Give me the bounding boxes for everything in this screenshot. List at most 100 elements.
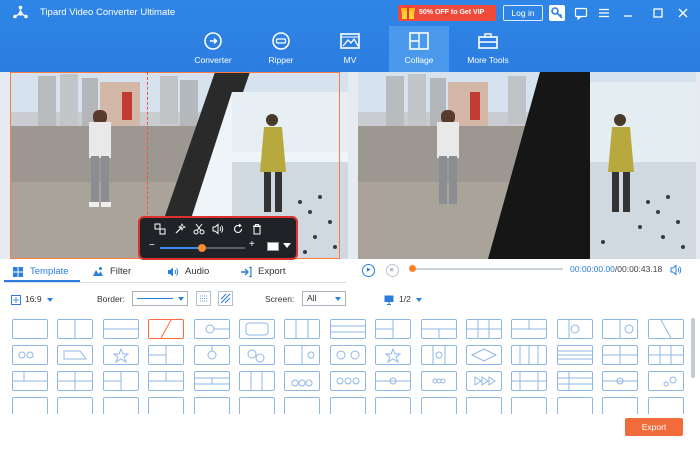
zoom-in-icon[interactable]: + bbox=[249, 239, 255, 250]
progress-track[interactable] bbox=[413, 268, 563, 270]
template-layout-option[interactable] bbox=[420, 345, 457, 365]
template-layout-option[interactable] bbox=[329, 319, 366, 339]
template-layout-option[interactable] bbox=[466, 397, 502, 414]
magic-wand-icon[interactable] bbox=[174, 223, 186, 235]
volume-icon[interactable] bbox=[212, 223, 224, 235]
template-layout-option[interactable] bbox=[193, 319, 230, 339]
minimize-icon[interactable] bbox=[620, 5, 636, 21]
template-layout-option[interactable] bbox=[466, 345, 502, 365]
template-layout-option[interactable] bbox=[466, 319, 502, 339]
tab-filter[interactable]: Filter bbox=[92, 262, 152, 282]
template-layout-option[interactable] bbox=[556, 371, 593, 391]
template-layout-option[interactable] bbox=[193, 397, 230, 414]
template-layout-option[interactable] bbox=[102, 319, 139, 339]
template-layout-option[interactable] bbox=[102, 371, 139, 391]
template-layout-option[interactable] bbox=[647, 397, 684, 414]
template-scrollbar[interactable] bbox=[691, 314, 695, 414]
template-layout-option[interactable] bbox=[329, 397, 366, 414]
template-layout-option[interactable] bbox=[375, 397, 412, 414]
template-layout-option[interactable] bbox=[102, 397, 139, 414]
template-layout-option[interactable] bbox=[102, 345, 139, 365]
page-dropdown[interactable]: 1/2 bbox=[384, 290, 422, 308]
close-icon[interactable] bbox=[675, 5, 691, 21]
login-button[interactable]: Log in bbox=[503, 5, 543, 21]
border-style-dropdown[interactable] bbox=[132, 291, 188, 306]
stop-button[interactable] bbox=[386, 264, 399, 277]
template-layout-option[interactable] bbox=[556, 397, 593, 414]
template-layout-option[interactable] bbox=[647, 371, 684, 391]
template-layout-option[interactable] bbox=[511, 319, 548, 339]
nav-converter[interactable]: Converter bbox=[183, 26, 243, 72]
template-layout-option[interactable] bbox=[556, 319, 593, 339]
template-layout-option[interactable] bbox=[12, 371, 48, 391]
template-layout-option[interactable] bbox=[239, 345, 275, 365]
nav-mv[interactable]: MV bbox=[320, 26, 380, 72]
template-layout-option[interactable] bbox=[57, 371, 94, 391]
template-layout-option[interactable] bbox=[284, 319, 321, 339]
speaker-icon[interactable] bbox=[670, 264, 682, 276]
register-key-button[interactable] bbox=[549, 5, 565, 21]
chevron-down-icon[interactable] bbox=[283, 243, 291, 248]
menu-icon[interactable] bbox=[596, 5, 612, 21]
template-layout-option[interactable] bbox=[556, 345, 593, 365]
template-layout-option[interactable] bbox=[420, 371, 457, 391]
template-layout-option[interactable] bbox=[647, 319, 684, 339]
template-layout-option[interactable] bbox=[329, 345, 366, 365]
template-layout-option[interactable] bbox=[12, 319, 48, 339]
template-layout-option[interactable] bbox=[602, 397, 639, 414]
template-layout-option[interactable] bbox=[57, 345, 94, 365]
template-layout-option[interactable] bbox=[239, 371, 275, 391]
maximize-icon[interactable] bbox=[650, 5, 666, 21]
template-layout-option[interactable] bbox=[602, 371, 639, 391]
template-layout-option[interactable] bbox=[284, 397, 321, 414]
tab-audio[interactable]: Audio bbox=[167, 262, 227, 282]
template-layout-option[interactable] bbox=[12, 397, 48, 414]
zoom-out-icon[interactable]: − bbox=[149, 240, 155, 251]
template-layout-option[interactable] bbox=[511, 397, 548, 414]
tab-template[interactable]: Template bbox=[12, 262, 84, 282]
zoom-slider-thumb[interactable] bbox=[198, 244, 206, 252]
template-layout-option[interactable] bbox=[57, 319, 94, 339]
template-layout-option[interactable] bbox=[57, 397, 94, 414]
nav-more-tools[interactable]: More Tools bbox=[458, 26, 518, 72]
template-layout-option[interactable] bbox=[375, 371, 412, 391]
nav-ripper[interactable]: Ripper bbox=[251, 26, 311, 72]
template-layout-option[interactable] bbox=[375, 319, 412, 339]
rotate-icon[interactable] bbox=[232, 223, 244, 235]
template-layout-option[interactable] bbox=[511, 345, 548, 365]
template-layout-option[interactable] bbox=[148, 371, 185, 391]
template-layout-option[interactable] bbox=[193, 371, 230, 391]
play-button[interactable] bbox=[362, 264, 375, 277]
tab-export[interactable]: Export bbox=[240, 262, 300, 282]
template-layout-option[interactable] bbox=[148, 319, 185, 339]
screen-dropdown[interactable]: All bbox=[302, 291, 346, 306]
template-layout-option[interactable] bbox=[647, 345, 684, 365]
border-grid-button[interactable] bbox=[196, 291, 211, 306]
chat-icon[interactable] bbox=[573, 5, 589, 21]
template-layout-option[interactable] bbox=[284, 345, 321, 365]
template-layout-option[interactable] bbox=[239, 319, 275, 339]
border-color-swatch[interactable] bbox=[267, 242, 279, 251]
scissors-icon[interactable] bbox=[193, 223, 205, 235]
template-layout-option[interactable] bbox=[375, 345, 412, 365]
template-layout-option[interactable] bbox=[148, 397, 185, 414]
template-layout-option[interactable] bbox=[193, 345, 230, 365]
template-layout-option[interactable] bbox=[284, 371, 321, 391]
aspect-ratio-dropdown[interactable]: 16:9 bbox=[11, 290, 53, 308]
trash-icon[interactable] bbox=[251, 223, 263, 235]
nav-collage[interactable]: Collage bbox=[389, 26, 449, 72]
scrollbar-thumb[interactable] bbox=[691, 318, 695, 378]
template-layout-option[interactable] bbox=[602, 319, 639, 339]
template-layout-option[interactable] bbox=[420, 319, 457, 339]
export-button[interactable]: Export bbox=[625, 418, 683, 436]
template-layout-option[interactable] bbox=[329, 371, 366, 391]
vip-promo-button[interactable]: 50% OFF to Get VIP bbox=[398, 5, 496, 21]
zoom-slider[interactable] bbox=[160, 244, 245, 252]
template-layout-option[interactable] bbox=[511, 371, 548, 391]
swap-icon[interactable] bbox=[154, 223, 166, 235]
template-layout-option[interactable] bbox=[466, 371, 502, 391]
border-pattern-button[interactable] bbox=[218, 291, 233, 306]
template-layout-option[interactable] bbox=[239, 397, 275, 414]
template-layout-option[interactable] bbox=[602, 345, 639, 365]
progress-handle[interactable] bbox=[409, 265, 416, 272]
